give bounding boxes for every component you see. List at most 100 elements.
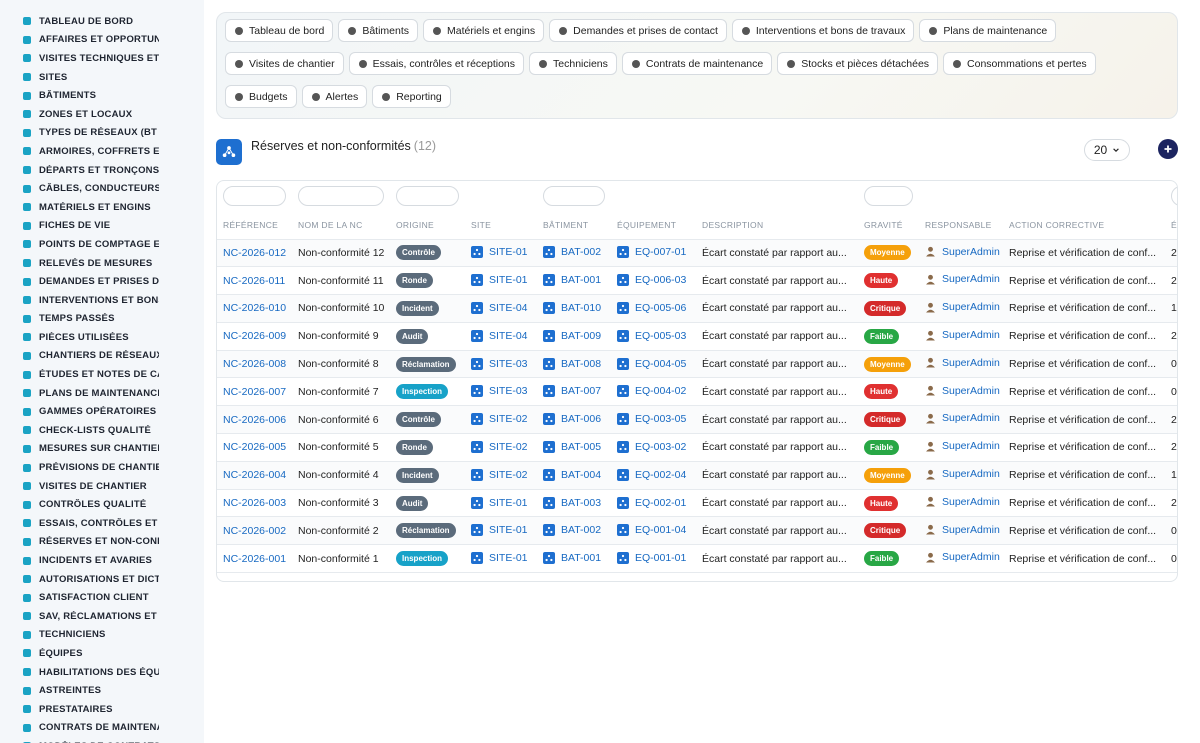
building-link[interactable]: BAT-009	[561, 330, 601, 342]
nav-button[interactable]: Reporting	[372, 85, 451, 108]
responsible-link[interactable]: SuperAdmin	[942, 468, 1000, 480]
reference-link[interactable]: NC-2026-001	[223, 553, 286, 565]
equipment-link[interactable]: EQ-001-01	[635, 552, 686, 564]
nav-button[interactable]: Interventions et bons de travaux	[731, 19, 915, 42]
equipment-link[interactable]: EQ-001-04	[635, 524, 686, 536]
equipment-link[interactable]: EQ-005-06	[635, 302, 686, 314]
column-header[interactable]: BÂTIMENT	[537, 211, 611, 240]
sidebar-item[interactable]: Temps passés	[22, 310, 204, 329]
reference-link[interactable]: NC-2026-005	[223, 441, 286, 453]
site-link[interactable]: SITE-03	[489, 385, 528, 397]
table-row[interactable]: NC-2026-010 Non-conformité 10 Incident SITE…	[217, 294, 1177, 323]
responsible-link[interactable]: SuperAdmin	[942, 440, 1000, 452]
building-link[interactable]: BAT-001	[561, 274, 601, 286]
nav-button[interactable]: Stocks et pièces détachées	[777, 52, 939, 75]
responsible-link[interactable]: SuperAdmin	[942, 329, 1000, 341]
sidebar-item[interactable]: Incidents et avaries	[22, 551, 204, 570]
equipment-link[interactable]: EQ-007-01	[635, 246, 686, 258]
nav-button[interactable]: Essais, contrôles et réceptions	[348, 52, 525, 75]
building-link[interactable]: BAT-002	[561, 524, 601, 536]
column-header[interactable]: GRAVITÉ	[858, 211, 919, 240]
column-header[interactable]: RESPONSABLE	[919, 211, 1003, 240]
sidebar-item[interactable]: Relevés de mesures	[22, 254, 204, 273]
sidebar-item[interactable]: Études et notes de ca	[22, 365, 204, 384]
nav-button[interactable]: Budgets	[225, 85, 297, 108]
responsible-link[interactable]: SuperAdmin	[942, 412, 1000, 424]
table-row[interactable]: NC-2026-005 Non-conformité 5 Ronde SITE-02 B…	[217, 433, 1177, 462]
sidebar-item[interactable]: Équipes	[22, 644, 204, 663]
table-row[interactable]: NC-2026-003 Non-conformité 3 Audit SITE-01 B…	[217, 489, 1177, 518]
column-header[interactable]: ÉQUIPEMENT	[611, 211, 696, 240]
sidebar-item[interactable]: Satisfaction client	[22, 588, 204, 607]
table-row[interactable]: NC-2026-006 Non-conformité 6 Contrôle SITE-…	[217, 405, 1177, 435]
building-link[interactable]: BAT-010	[561, 302, 601, 314]
nav-button[interactable]: Consommations et pertes	[943, 52, 1096, 75]
nav-button[interactable]: Contrats de maintenance	[621, 52, 773, 75]
nav-button[interactable]: Visites de chantier	[225, 52, 344, 75]
nav-button[interactable]: Bâtiments	[338, 19, 418, 42]
site-link[interactable]: SITE-01	[489, 552, 528, 564]
building-link[interactable]: BAT-008	[561, 358, 601, 370]
equipment-link[interactable]: EQ-006-03	[635, 274, 686, 286]
responsible-link[interactable]: SuperAdmin	[942, 385, 1000, 397]
filter-building-input[interactable]	[543, 186, 605, 206]
site-link[interactable]: SITE-04	[489, 302, 528, 314]
column-header[interactable]: NOM DE LA NC	[292, 211, 390, 240]
sidebar-item[interactable]: Visites techniques et	[22, 49, 204, 68]
responsible-link[interactable]: SuperAdmin	[942, 551, 1000, 563]
sidebar-item[interactable]: Bâtiments	[22, 86, 204, 105]
nav-button[interactable]: Demandes et prises de contact	[549, 19, 727, 42]
sidebar-item[interactable]: Essais, contrôles et	[22, 514, 204, 533]
site-link[interactable]: SITE-02	[489, 469, 528, 481]
sidebar-item[interactable]: Habilitations des équ	[22, 663, 204, 682]
table-row[interactable]: NC-2026-004 Non-conformité 4 Incident SITE-…	[217, 461, 1177, 490]
site-link[interactable]: SITE-01	[489, 524, 528, 536]
sidebar-item[interactable]: Prévisions de chantie	[22, 458, 204, 477]
reference-link[interactable]: NC-2026-011	[223, 275, 285, 287]
sidebar-item[interactable]: Check-lists qualité	[22, 421, 204, 440]
nav-button[interactable]: Matériels et engins	[423, 19, 545, 42]
responsible-link[interactable]: SuperAdmin	[942, 246, 1000, 258]
reference-link[interactable]: NC-2026-007	[223, 386, 286, 398]
sidebar-item[interactable]: Départs et tronçons	[22, 161, 204, 180]
site-link[interactable]: SITE-01	[489, 246, 528, 258]
equipment-link[interactable]: EQ-005-03	[635, 330, 686, 342]
table-row[interactable]: NC-2026-007 Non-conformité 7 Inspection SIT…	[217, 377, 1177, 407]
equipment-link[interactable]: EQ-004-05	[635, 358, 686, 370]
nav-button[interactable]: Techniciens	[529, 52, 617, 75]
sidebar-item[interactable]: Fiches de vie	[22, 217, 204, 236]
reference-link[interactable]: NC-2026-004	[223, 469, 286, 481]
sidebar-item[interactable]: Gammes opératoires	[22, 402, 204, 421]
table-row[interactable]: NC-2026-008 Non-conformité 8 Réclamation SI…	[217, 350, 1177, 379]
column-header[interactable]: RÉFÉRENCE	[217, 211, 292, 240]
filter-extra-input[interactable]	[1171, 186, 1177, 206]
sidebar-item[interactable]: Réserves et non-conf	[22, 533, 204, 552]
table-row[interactable]: NC-2026-011 Non-conformité 11 Ronde SITE-01…	[217, 266, 1177, 296]
sidebar-item[interactable]: Armoires, coffrets et	[22, 142, 204, 161]
responsible-link[interactable]: SuperAdmin	[942, 496, 1000, 508]
reference-link[interactable]: NC-2026-009	[223, 330, 286, 342]
column-header[interactable]: ORIGINE	[390, 211, 465, 240]
building-link[interactable]: BAT-002	[561, 246, 601, 258]
sidebar-item[interactable]: Visites de chantier	[22, 477, 204, 496]
table-row[interactable]: NC-2026-001 Non-conformité 1 Inspection SIT…	[217, 544, 1177, 574]
reference-link[interactable]: NC-2026-012	[223, 247, 286, 259]
responsible-link[interactable]: SuperAdmin	[942, 357, 1000, 369]
building-link[interactable]: BAT-003	[561, 497, 601, 509]
sidebar-item[interactable]: Prestataires	[22, 700, 204, 719]
nav-button[interactable]: Alertes	[301, 85, 368, 108]
equipment-link[interactable]: EQ-002-01	[635, 497, 686, 509]
add-button[interactable]	[1158, 139, 1178, 159]
equipment-link[interactable]: EQ-003-02	[635, 441, 686, 453]
column-header[interactable]: DESCRIPTION	[696, 211, 858, 240]
sidebar-item[interactable]: Techniciens	[22, 626, 204, 645]
site-link[interactable]: SITE-02	[489, 441, 528, 453]
column-header[interactable]: SITE	[465, 211, 537, 240]
site-link[interactable]: SITE-02	[489, 413, 528, 425]
responsible-link[interactable]: SuperAdmin	[942, 301, 1000, 313]
sidebar-item[interactable]: Zones et locaux	[22, 105, 204, 124]
sidebar-item[interactable]: Autorisations et dict	[22, 570, 204, 589]
reference-link[interactable]: NC-2026-003	[223, 497, 286, 509]
sidebar-item[interactable]: Plans de maintenance	[22, 384, 204, 403]
nav-button[interactable]: Tableau de bord	[225, 19, 334, 42]
